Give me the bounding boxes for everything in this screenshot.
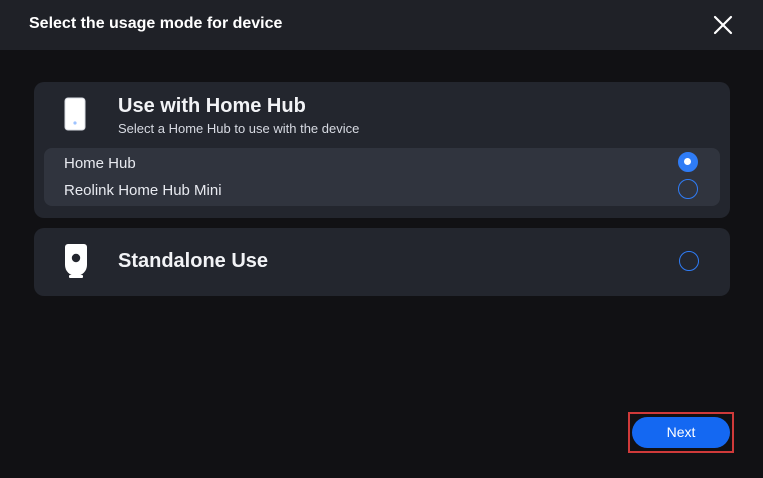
- home-hub-list: Home Hub Reolink Home Hub Mini: [44, 148, 720, 206]
- list-item-label: Home Hub: [64, 155, 136, 172]
- close-icon[interactable]: [713, 15, 733, 35]
- home-hub-card: Use with Home Hub Select a Home Hub to u…: [34, 82, 730, 218]
- list-item-home-hub-mini[interactable]: Reolink Home Hub Mini: [44, 176, 720, 203]
- dialog-title: Select the usage mode for device: [29, 15, 283, 32]
- home-hub-title: Use with Home Hub: [118, 95, 306, 117]
- next-button[interactable]: Next: [632, 417, 730, 448]
- list-item-home-hub[interactable]: Home Hub: [44, 149, 720, 176]
- home-hub-icon: [63, 96, 87, 132]
- radio-home-hub-mini[interactable]: [678, 179, 698, 199]
- list-item-label: Reolink Home Hub Mini: [64, 182, 222, 199]
- standalone-title: Standalone Use: [118, 250, 269, 272]
- camera-icon: [64, 242, 88, 280]
- radio-home-hub[interactable]: [678, 152, 698, 172]
- standalone-card[interactable]: Standalone Use: [34, 228, 730, 296]
- radio-standalone[interactable]: [679, 251, 699, 271]
- dialog-header: Select the usage mode for device: [0, 0, 763, 50]
- home-hub-subtitle: Select a Home Hub to use with the device: [118, 121, 360, 136]
